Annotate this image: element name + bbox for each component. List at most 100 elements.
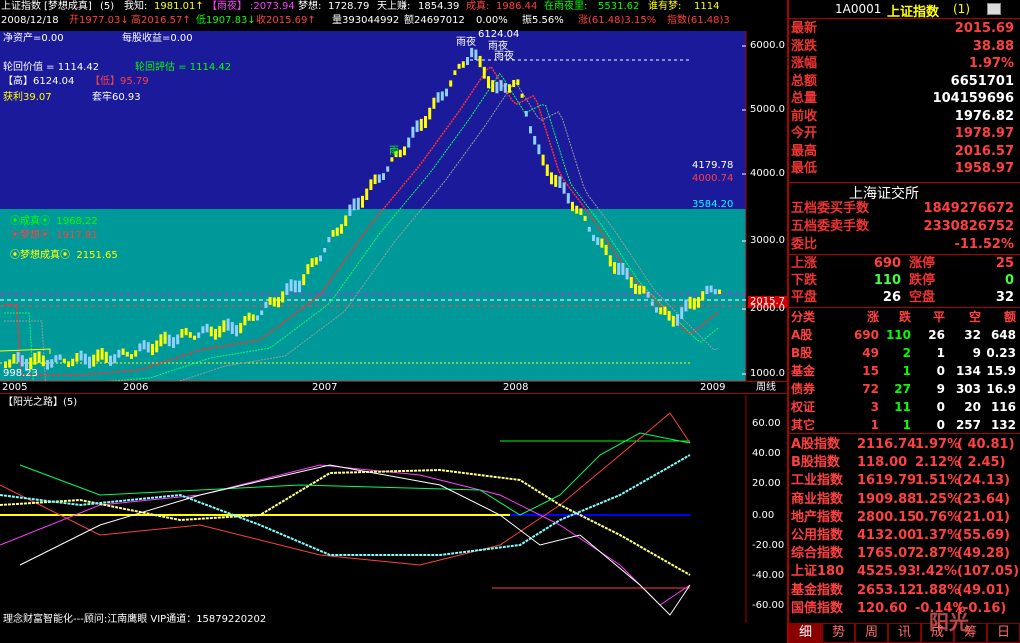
table-cell: 15.9 <box>986 364 1016 378</box>
sub-y-axis-label: -60.00 <box>752 600 785 611</box>
sub-y-axis-label: 0.00 <box>752 510 775 521</box>
table-cell: 26 <box>928 328 945 342</box>
quote-value: 6651701 <box>950 73 1014 89</box>
table-cell: 648 <box>990 328 1016 342</box>
info-amount: 额24697012 <box>404 15 465 26</box>
table-cell: 110 <box>885 328 911 342</box>
net-asset-label: 净资产=0.00 <box>3 33 64 44</box>
info-swing: 振5.56% <box>522 15 564 26</box>
legend-mengxiangchengzhen: ⦿梦想成真⦿ 2151.65 <box>10 250 118 261</box>
low-label: 【低】95.79 <box>90 76 149 87</box>
quote-value: 104159696 <box>932 91 1014 106</box>
index-name: A股指数 <box>791 437 841 452</box>
zaiyu-value: 5531.62 <box>598 1 640 12</box>
table-cell: 1 <box>870 418 879 432</box>
wozhi-label: 我知: <box>124 1 148 12</box>
index-row: A股指数 2116.74 1.97%( 40.81) <box>791 436 1018 454</box>
stock-num: (1) <box>953 2 970 16</box>
index-name: 基金指数 <box>791 582 844 598</box>
index-diff: ( 40.81) <box>957 437 1015 452</box>
trap-label: 套牢60.93 <box>92 92 141 103</box>
indicator-period: (5) <box>100 1 115 12</box>
x-axis: 2005 2006 2007 2008 2009 周线 <box>0 381 788 394</box>
tab-week[interactable]: 周 <box>855 623 888 643</box>
info-change: 0.00% <box>476 15 508 26</box>
info-rise: 涨(61.48)3.15% <box>578 15 657 26</box>
index-pct: 1.88% <box>915 582 961 598</box>
x-label: 2007 <box>312 382 338 393</box>
period-weekly-button[interactable]: 周线 <box>756 382 776 394</box>
lunhui-estimate: 轮回評估 = 1114.42 <box>135 62 232 73</box>
y-axis-label: 5000.0 <box>750 104 785 115</box>
quote-row: 最高 2016.57 <box>791 143 1018 160</box>
quote-value: 1976.82 <box>954 108 1014 124</box>
quote-row: 总额 6651701 <box>791 73 1018 90</box>
sub-y-axis-label: 60.00 <box>752 418 781 429</box>
quote-label: 最低 <box>791 161 818 176</box>
table-cell: 3 <box>870 400 879 414</box>
index-pct: 0.76% <box>915 509 961 525</box>
y-axis-label: 4000.0 <box>750 168 785 179</box>
table-cell: 72 <box>862 382 879 396</box>
panel-tabs: 细 势 周 讯 成 筹 日 <box>789 623 1020 643</box>
table-cell: 1 <box>902 364 911 378</box>
quote-row: 涨幅 1.97% <box>791 55 1018 72</box>
x-label: 2008 <box>503 382 529 393</box>
table-row: B股 49 2 1 9 0.23 <box>789 344 1020 362</box>
quote-label: 今开 <box>791 126 818 141</box>
tianshang-value: 1854.39 <box>418 1 460 12</box>
y-axis-label: 3000.0 <box>750 235 785 246</box>
tab-daily[interactable]: 日 <box>987 623 1020 643</box>
table-cell: 15 <box>862 364 879 378</box>
y-axis-label: 1000.0 <box>750 368 785 379</box>
info-index: 指数(61.48)3 <box>667 15 730 26</box>
table-header-cell: 额 <box>1003 310 1016 324</box>
table-cell: 其它 <box>791 418 816 432</box>
y-axis-label: 2000.0 <box>750 303 785 314</box>
profit-label: 获利39.07 <box>3 92 52 103</box>
tab-detail[interactable]: 细 <box>789 623 822 643</box>
index-value: 1619.79 <box>857 473 917 489</box>
index-diff: (23.64) <box>957 491 1011 507</box>
index-row: 地产指数 2800.15 0.76% (21.01) <box>791 509 1018 527</box>
table-header-cell: 空 <box>968 310 981 324</box>
sub-indicator-chart[interactable] <box>0 395 788 623</box>
footer-text: 理念财富智能化---顾问:江南鹰眼 VIP通道：15879220202 <box>3 614 267 625</box>
sub-y-axis-label: 20.00 <box>752 478 781 489</box>
legend-chengzhen: ⦿成真⦿ 1968.22 <box>10 216 98 227</box>
indicator-name[interactable]: [梦想成真] <box>44 1 92 13</box>
quote-label: 总量 <box>791 91 818 106</box>
quote-value: 1.97% <box>968 56 1014 71</box>
index-name: 工业指数 <box>791 473 844 489</box>
index-value: 2116.74 <box>857 437 917 452</box>
yuye-value: :2073.94 <box>250 1 295 12</box>
table-row: 基金 15 1 0 134 15.9 <box>789 362 1020 380</box>
quote-value: 2015.69 <box>954 21 1014 36</box>
table-row: 权证 3 11 0 20 116 <box>789 398 1020 416</box>
table-cell: B股 <box>791 346 813 360</box>
exchange-header: 上海证交所 <box>789 182 1020 202</box>
yuye-marker-c: 雨夜 <box>494 51 514 62</box>
index-value: 118.00 <box>857 455 908 471</box>
bottom-label: 998.23 <box>3 368 38 379</box>
info-open: 开1977.03↓ <box>69 15 129 26</box>
quote-panel: 1A0001 上证指数 (1) 最新 2015.69 涨跌 38.88 涨幅 1.97% 总… <box>789 0 1020 643</box>
index-pct: 1.37% <box>915 528 961 543</box>
tab-news[interactable]: 讯 <box>888 623 921 643</box>
index-row: 综合指数 1765.07 2.87% (49.28) <box>791 545 1018 563</box>
index-row: 公用指数 4132.00 1.37% (55.69) <box>791 527 1018 545</box>
table-row: 其它 1 1 0 257 132 <box>789 416 1020 434</box>
index-pct: 2.87% <box>915 546 961 562</box>
stock-code: 1A0001 <box>835 2 882 16</box>
quote-value: 1958.97 <box>954 161 1014 176</box>
tab-trend[interactable]: 势 <box>822 623 855 643</box>
shui-label: 谁有梦: <box>648 1 682 12</box>
sub-y-axis-label: -40.00 <box>752 570 785 581</box>
info-close: 收2015.69↑ <box>256 15 316 26</box>
mengxiang-value: 1728.79 <box>328 1 370 12</box>
index-name: 地产指数 <box>791 509 844 525</box>
index-name: 公用指数 <box>791 528 844 543</box>
table-cell: 0 <box>936 418 945 432</box>
window-icon[interactable] <box>987 3 1001 15</box>
table-cell: 9 <box>936 382 945 396</box>
